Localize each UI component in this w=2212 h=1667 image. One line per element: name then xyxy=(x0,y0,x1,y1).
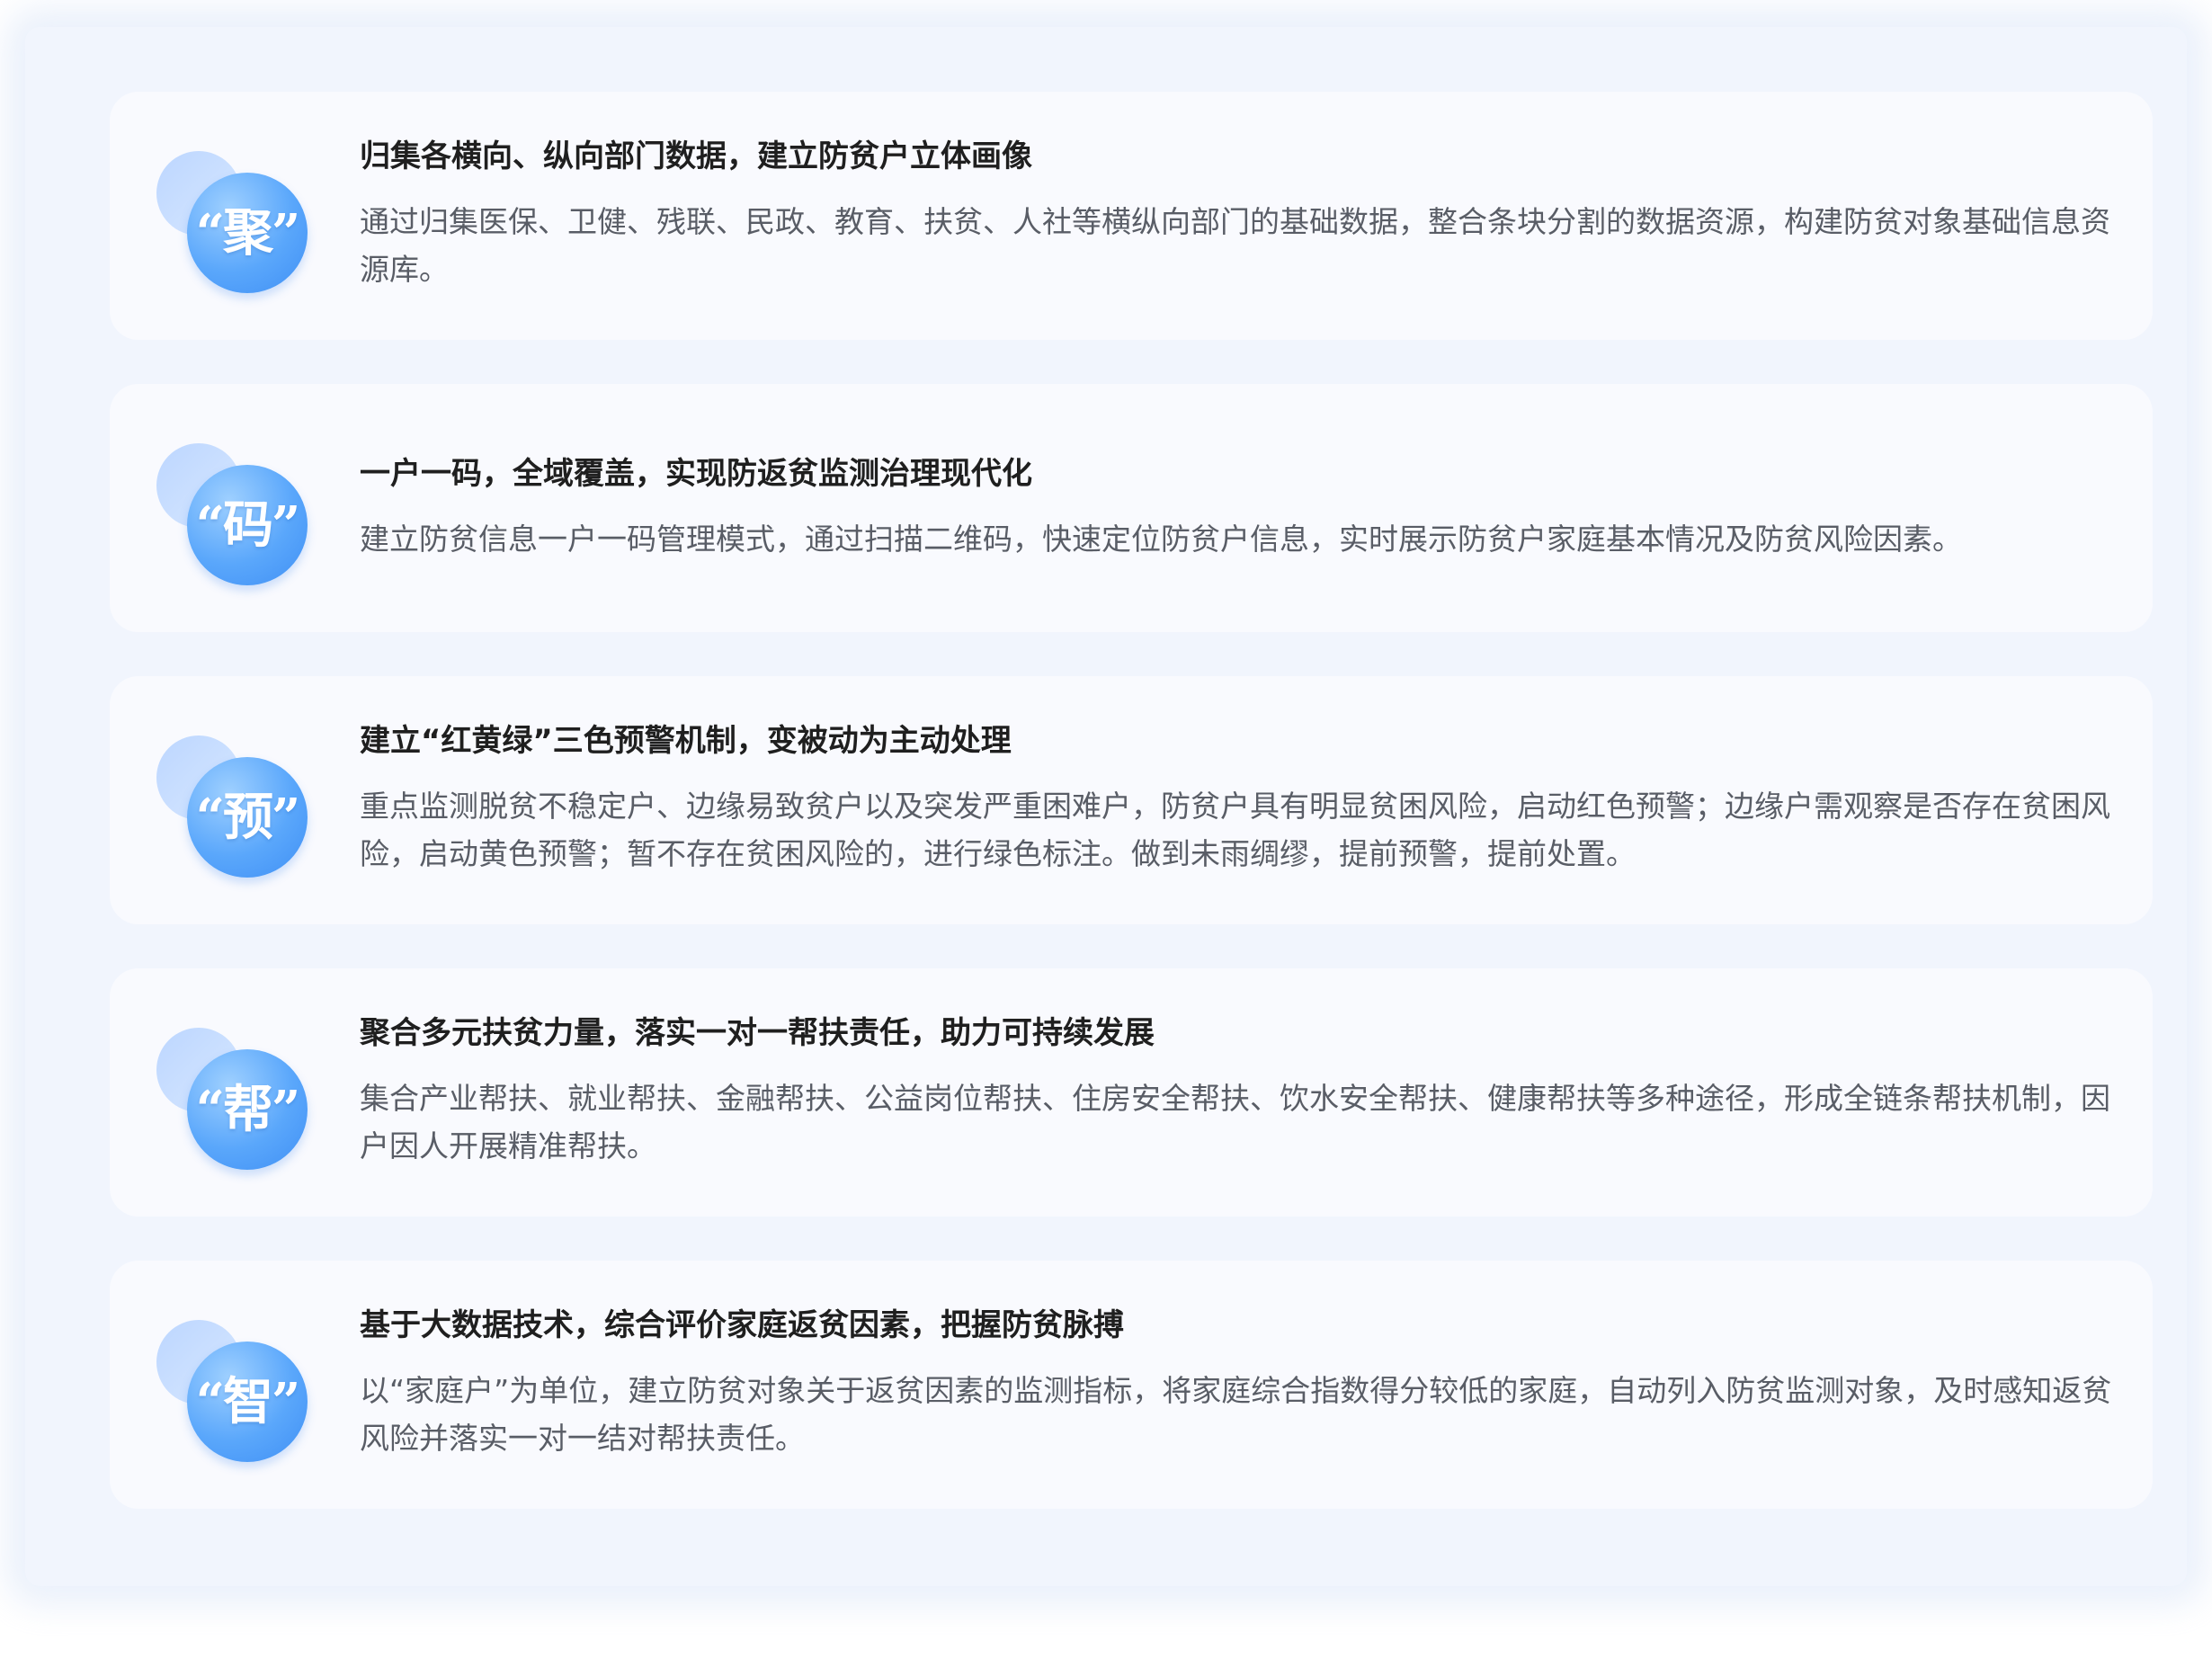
badge-label: “帮” xyxy=(195,1080,300,1139)
feature-card-help: “帮” 聚合多元扶贫力量，落实一对一帮扶责任，助力可持续发展 集合产业帮扶、就业… xyxy=(110,968,2153,1217)
feature-card-smart: “智” 基于大数据技术，综合评价家庭返贫因素，把握防贫脉搏 以“家庭户”为单位，… xyxy=(110,1261,2153,1509)
card-title: 基于大数据技术，综合评价家庭返贫因素，把握防贫脉搏 xyxy=(360,1307,1124,1343)
badge-front-circle: “聚” xyxy=(187,173,308,293)
badge-front-circle: “码” xyxy=(187,465,308,585)
feature-card-warn: “预” 建立“红黄绿”三色预警机制，变被动为主动处理 重点监测脱贫不稳定户、边缘… xyxy=(110,676,2153,924)
badge-gather: “聚” xyxy=(156,151,308,297)
badge-label: “智” xyxy=(195,1372,300,1431)
feature-card-gather: “聚” 归集各横向、纵向部门数据，建立防贫户立体画像 通过归集医保、卫健、残联、… xyxy=(110,92,2153,340)
feature-panel: “聚” 归集各横向、纵向部门数据，建立防贫户立体画像 通过归集医保、卫健、残联、… xyxy=(25,27,2187,1586)
card-title: 归集各横向、纵向部门数据，建立防贫户立体画像 xyxy=(360,138,1032,174)
card-description: 建立防贫信息一户一码管理模式，通过扫描二维码，快速定位防贫户信息，实时展示防贫户… xyxy=(360,521,1962,557)
badge-help: “帮” xyxy=(156,1028,308,1173)
badge-label: “码” xyxy=(195,495,300,555)
feature-card-code: “码” 一户一码，全域覆盖，实现防返贫监测治理现代化 建立防贫信息一户一码管理模… xyxy=(110,384,2153,632)
badge-label: “聚” xyxy=(195,203,300,263)
badge-smart: “智” xyxy=(156,1320,308,1466)
card-description: 以“家庭户”为单位，建立防贫对象关于返贫因素的监测指标，将家庭综合指数得分较低的… xyxy=(360,1373,2112,1456)
badge-front-circle: “智” xyxy=(187,1342,308,1462)
card-title: 一户一码，全域覆盖，实现防返贫监测治理现代化 xyxy=(360,456,1032,492)
card-description: 通过归集医保、卫健、残联、民政、教育、扶贫、人社等横纵向部门的基础数据，整合条块… xyxy=(360,204,2110,287)
badge-warn: “预” xyxy=(156,735,308,881)
card-title: 聚合多元扶贫力量，落实一对一帮扶责任，助力可持续发展 xyxy=(360,1015,1155,1051)
card-title: 建立“红黄绿”三色预警机制，变被动为主动处理 xyxy=(360,723,1012,759)
badge-code: “码” xyxy=(156,443,308,589)
card-description: 重点监测脱贫不稳定户、边缘易致贫户以及突发严重困难户，防贫户具有明显贫困风险，启… xyxy=(360,789,2110,871)
badge-label: “预” xyxy=(195,788,300,847)
card-description: 集合产业帮扶、就业帮扶、金融帮扶、公益岗位帮扶、住房安全帮扶、饮水安全帮扶、健康… xyxy=(360,1081,2110,1163)
badge-front-circle: “预” xyxy=(187,757,308,878)
badge-front-circle: “帮” xyxy=(187,1049,308,1170)
